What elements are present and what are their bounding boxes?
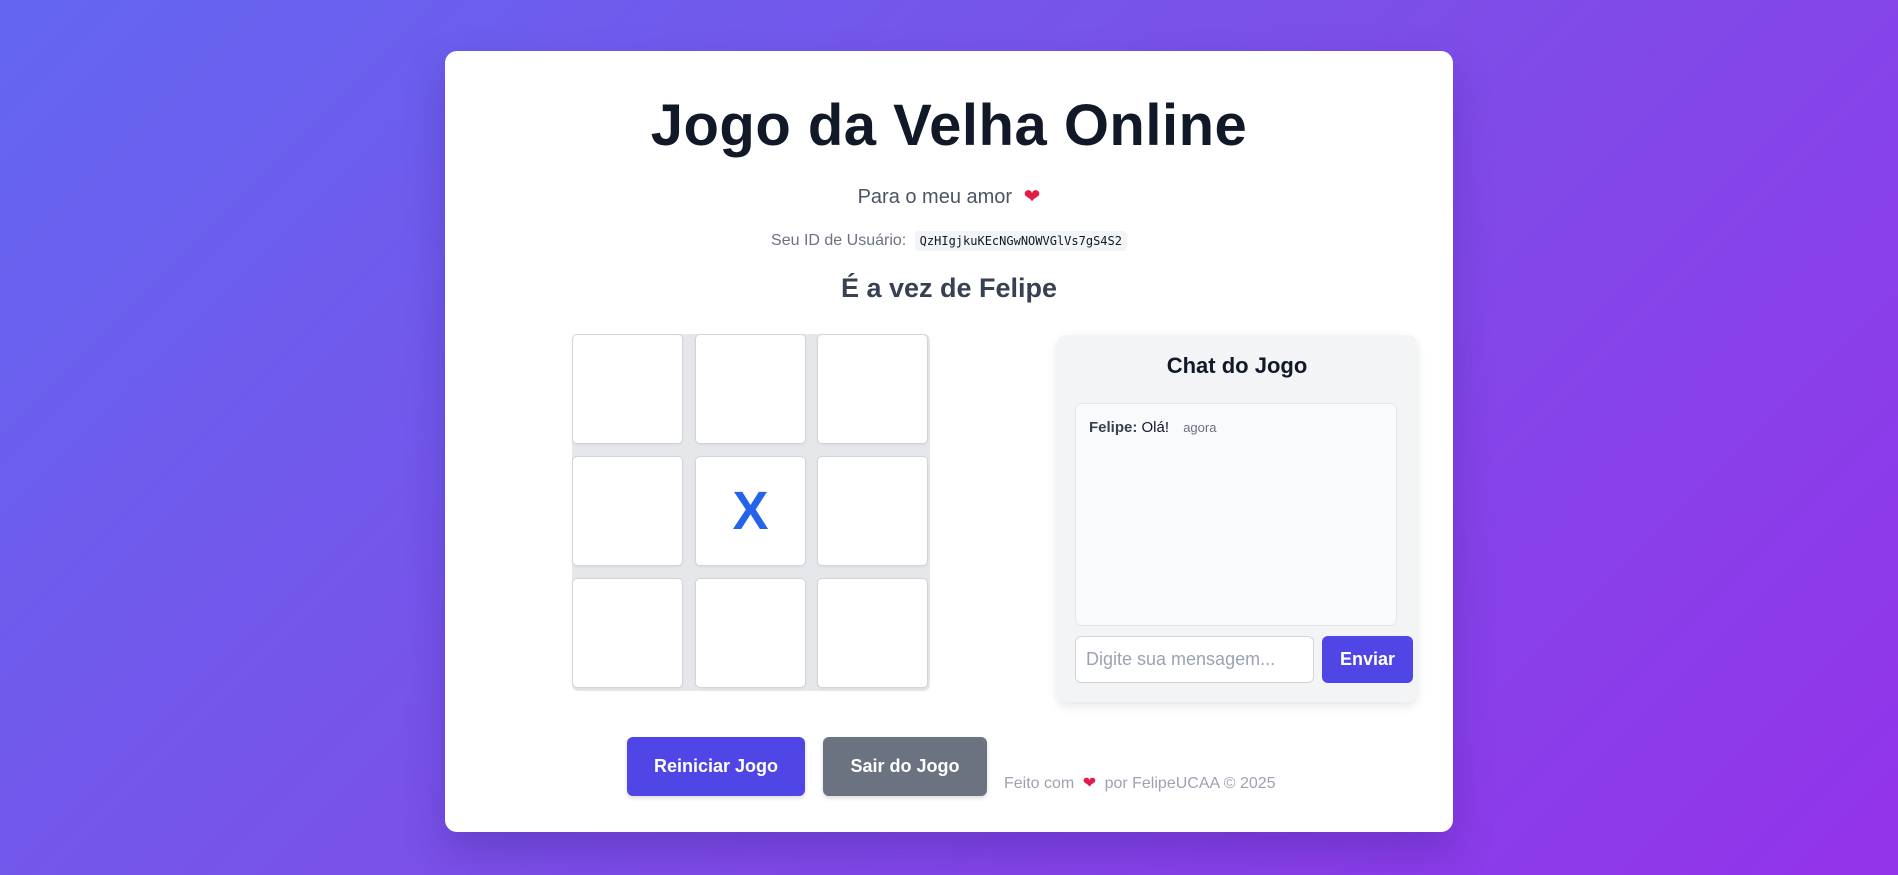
heart-icon: ❤: [1082, 775, 1097, 792]
restart-game-button[interactable]: Reiniciar Jogo: [627, 737, 805, 796]
chat-messages[interactable]: Felipe: Olá! agora: [1075, 403, 1397, 626]
board-cell-6[interactable]: [572, 578, 683, 688]
chat-title: Chat do Jogo: [1166, 353, 1308, 378]
board-cell-3[interactable]: [572, 456, 683, 566]
subtitle: Para o meu amor ❤: [445, 184, 1453, 209]
user-id-value: QzHIgjkuKEcNGwNOWVGlVs7gS4S2: [914, 231, 1127, 251]
board-cell-0[interactable]: [572, 334, 683, 444]
board-cell-5[interactable]: [817, 456, 928, 566]
footer-prefix: Feito com: [1004, 775, 1075, 792]
chat-message-author: Felipe:: [1089, 419, 1138, 436]
user-id-label: Seu ID de Usuário:: [771, 232, 907, 250]
chat-message-time: agora: [1183, 420, 1217, 435]
board-cell-8[interactable]: [817, 578, 928, 688]
game-board: X: [572, 334, 930, 691]
game-card: Jogo da Velha Online Para o meu amor ❤ S…: [445, 51, 1453, 832]
turn-indicator: É a vez de Felipe: [840, 273, 1058, 303]
chat-panel: Chat do Jogo Felipe: Olá! agora Enviar: [1057, 335, 1417, 702]
footer: Feito com ❤ por FelipeUCAA © 2025: [1004, 773, 1276, 793]
send-button[interactable]: Enviar: [1322, 636, 1413, 683]
board-cell-2[interactable]: [817, 334, 928, 444]
subtitle-text: Para o meu amor: [857, 186, 1013, 208]
user-id-row: Seu ID de Usuário: QzHIgjkuKEcNGwNOWVGlV…: [445, 231, 1453, 251]
board-cell-7[interactable]: [695, 578, 806, 688]
board-cell-4[interactable]: X: [695, 456, 806, 566]
exit-game-button[interactable]: Sair do Jogo: [823, 737, 987, 796]
board-cell-1[interactable]: [695, 334, 806, 444]
chat-message-input[interactable]: [1075, 636, 1314, 683]
heart-icon: ❤: [1023, 186, 1041, 208]
page-title: Jogo da Velha Online: [650, 93, 1248, 158]
chat-message: Felipe: Olá! agora: [1089, 419, 1383, 436]
chat-message-text: Olá!: [1141, 419, 1170, 436]
footer-suffix: por FelipeUCAA © 2025: [1104, 775, 1276, 792]
